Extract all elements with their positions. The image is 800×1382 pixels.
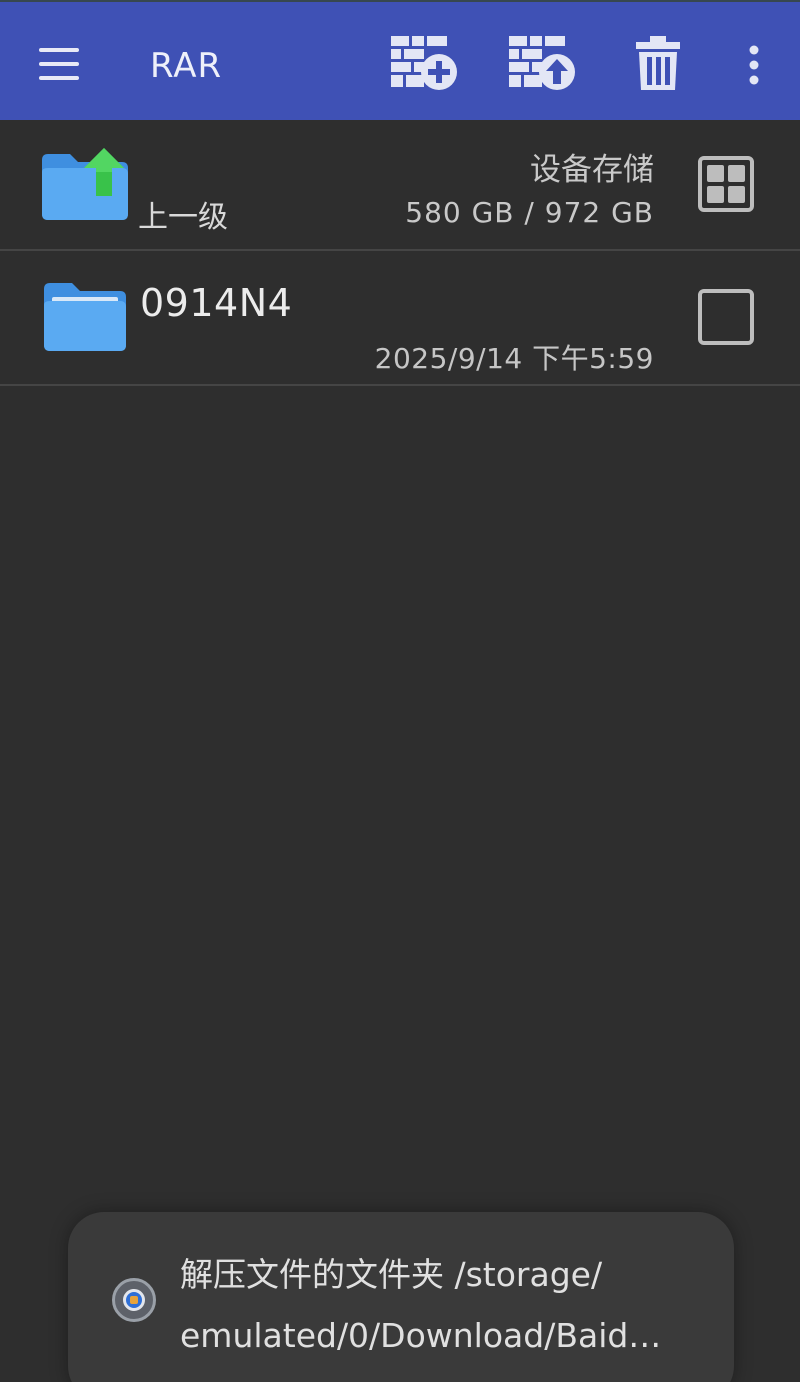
storage-label: 设备存储 bbox=[530, 152, 654, 188]
grid-view-icon[interactable] bbox=[698, 156, 754, 212]
storage-size: 580 GB / 972 GB bbox=[405, 196, 654, 229]
rar-app: RAR 上一级 设备存储 580 GB / 972 GB 0914N4 2025… bbox=[0, 0, 800, 1382]
item-checkbox[interactable] bbox=[698, 289, 754, 345]
toast-notification: 解压文件的文件夹 /storage/ emulated/0/Download/B… bbox=[68, 1212, 734, 1382]
app-logo-icon bbox=[112, 1278, 156, 1322]
folder-up-icon bbox=[40, 146, 130, 222]
archive-extract-icon[interactable] bbox=[504, 32, 580, 94]
list-item[interactable]: 0914N4 2025/9/14 下午5:59 bbox=[0, 251, 800, 386]
parent-folder-label: 上一级 bbox=[138, 200, 228, 235]
hamburger-menu-icon[interactable] bbox=[34, 42, 84, 86]
toast-line-2: emulated/0/Download/Baid… bbox=[180, 1316, 662, 1355]
top-toolbar: RAR bbox=[0, 0, 800, 120]
parent-folder-row[interactable]: 上一级 设备存储 580 GB / 972 GB bbox=[0, 120, 800, 251]
toast-message: 解压文件的文件夹 /storage/ emulated/0/Download/B… bbox=[180, 1244, 700, 1366]
more-vertical-icon[interactable] bbox=[738, 40, 770, 90]
archive-add-icon[interactable] bbox=[386, 32, 462, 94]
folder-name: 0914N4 bbox=[140, 281, 293, 325]
trash-icon[interactable] bbox=[628, 32, 688, 94]
app-title: RAR bbox=[150, 46, 223, 86]
folder-date: 2025/9/14 下午5:59 bbox=[374, 342, 654, 375]
toast-line-1: 解压文件的文件夹 /storage/ bbox=[180, 1255, 603, 1294]
folder-icon bbox=[42, 279, 128, 353]
